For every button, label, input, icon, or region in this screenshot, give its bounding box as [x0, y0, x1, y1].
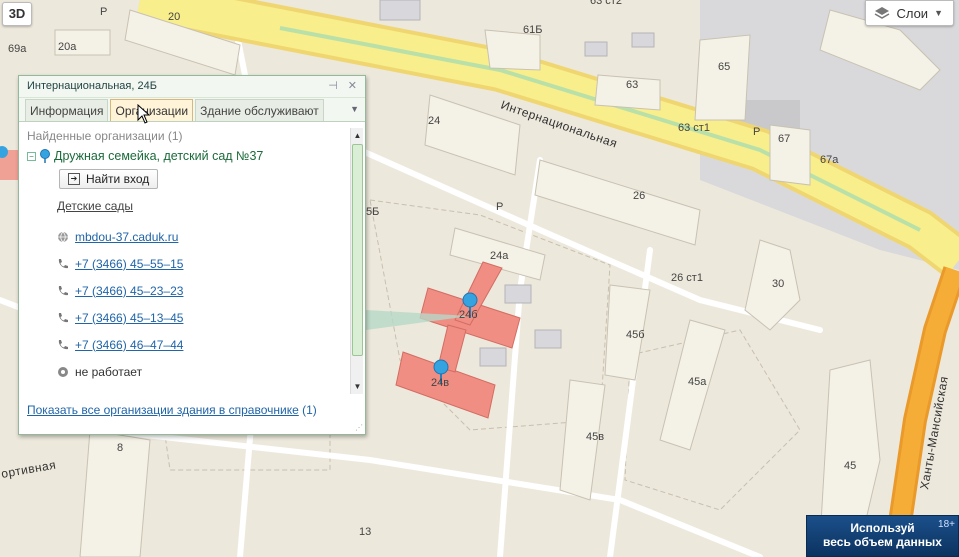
- website-row: mbdou-37.caduk.ru: [57, 223, 341, 250]
- age-badge: 18+: [938, 519, 955, 530]
- resize-handle-icon[interactable]: ⋰: [355, 423, 363, 432]
- phone-icon: [57, 312, 69, 324]
- globe-icon: [57, 231, 69, 243]
- work-status: не работает: [75, 364, 143, 379]
- svg-text:67: 67: [778, 133, 790, 145]
- phone-row: +7 (3466) 46–47–44: [57, 331, 341, 358]
- svg-text:Р: Р: [496, 201, 503, 213]
- phone-row: +7 (3466) 45–55–15: [57, 250, 341, 277]
- svg-text:5Б: 5Б: [366, 206, 379, 218]
- collapse-icon[interactable]: −: [27, 151, 36, 161]
- list-scrollbar[interactable]: ▲ ▼: [350, 128, 363, 394]
- tabs-overflow-icon[interactable]: ▼: [350, 104, 359, 114]
- website-link[interactable]: mbdou-37.caduk.ru: [75, 230, 178, 244]
- svg-text:20: 20: [168, 11, 180, 23]
- svg-text:26 ст1: 26 ст1: [671, 272, 703, 284]
- svg-text:Р: Р: [753, 126, 760, 138]
- svg-text:45а: 45а: [688, 376, 707, 388]
- svg-text:24в: 24в: [431, 377, 449, 389]
- svg-text:Р: Р: [100, 6, 107, 18]
- show-all-orgs-count: (1): [302, 403, 317, 417]
- tab-organizations[interactable]: Организации: [110, 99, 194, 121]
- svg-text:8: 8: [117, 442, 123, 454]
- banner-line2: весь объем данных: [823, 535, 942, 549]
- svg-text:63 ст1: 63 ст1: [678, 122, 710, 134]
- svg-text:24а: 24а: [490, 250, 509, 262]
- phone-icon: [57, 258, 69, 270]
- scroll-up-icon[interactable]: ▲: [352, 130, 363, 141]
- layers-icon: [874, 5, 890, 21]
- popup-header: Интернациональная, 24Б ⊣ ✕: [19, 76, 365, 98]
- organizations-list: Найденные организации (1) − Дружная семе…: [19, 124, 349, 394]
- svg-text:61Б: 61Б: [523, 24, 542, 36]
- phone-link[interactable]: +7 (3466) 45–13–45: [75, 311, 183, 325]
- chevron-down-icon: ▼: [934, 8, 943, 18]
- phone-link[interactable]: +7 (3466) 45–55–15: [75, 257, 183, 271]
- org-item[interactable]: − Дружная семейка, детский сад №37: [27, 149, 341, 163]
- tab-info[interactable]: Информация: [25, 99, 109, 121]
- phone-row: +7 (3466) 45–13–45: [57, 304, 341, 331]
- scroll-down-icon[interactable]: ▼: [352, 381, 363, 392]
- 3d-toggle-button[interactable]: 3D: [2, 2, 32, 26]
- layers-label: Слои: [896, 5, 929, 21]
- svg-text:67а: 67а: [820, 154, 839, 166]
- popup-title: Интернациональная, 24Б: [27, 80, 157, 92]
- find-entrance-label: Найти вход: [86, 172, 150, 186]
- found-count-label: Найденные организации (1): [27, 129, 183, 143]
- svg-text:65: 65: [718, 61, 730, 73]
- phone-icon: [57, 339, 69, 351]
- svg-text:30: 30: [772, 278, 784, 290]
- popup-tabs: Информация Организации Здание обслуживаю…: [19, 98, 365, 122]
- svg-text:45: 45: [844, 460, 856, 472]
- svg-text:24: 24: [428, 115, 440, 127]
- entrance-icon: ➔: [68, 173, 80, 185]
- phone-link[interactable]: +7 (3466) 45–23–23: [75, 284, 183, 298]
- show-all-orgs-link[interactable]: Показать все организации здания в справо…: [27, 403, 299, 417]
- svg-text:26: 26: [633, 190, 645, 202]
- phone-link[interactable]: +7 (3466) 46–47–44: [75, 338, 183, 352]
- show-all-orgs-row: Показать все организации здания в справо…: [27, 403, 317, 417]
- org-name[interactable]: Дружная семейка, детский сад №37: [54, 149, 263, 163]
- svg-text:20а: 20а: [58, 41, 77, 53]
- banner-line1: Используй: [850, 521, 915, 535]
- category-link[interactable]: Детские сады: [57, 199, 341, 213]
- mouse-cursor-icon: [137, 104, 151, 124]
- svg-text:69а: 69а: [8, 43, 27, 55]
- phone-row: +7 (3466) 45–23–23: [57, 277, 341, 304]
- pin-popup-icon[interactable]: ⊣: [328, 79, 338, 92]
- close-icon[interactable]: ✕: [348, 79, 357, 92]
- svg-text:63: 63: [626, 79, 638, 91]
- svg-text:45в: 45в: [586, 431, 604, 443]
- find-entrance-button[interactable]: ➔ Найти вход: [59, 169, 159, 189]
- layers-button[interactable]: Слои ▼: [865, 0, 954, 26]
- map-pin-icon: [40, 149, 50, 163]
- svg-text:13: 13: [359, 526, 371, 538]
- phone-icon: [57, 285, 69, 297]
- status-row: не работает: [57, 358, 341, 385]
- tab-building-service[interactable]: Здание обслуживают: [195, 99, 324, 121]
- scroll-thumb[interactable]: [352, 144, 363, 356]
- svg-text:63 ст2: 63 ст2: [590, 0, 622, 7]
- svg-text:45б: 45б: [626, 329, 645, 341]
- building-info-popup: Интернациональная, 24Б ⊣ ✕ Информация Ор…: [18, 75, 366, 435]
- svg-text:24б: 24б: [459, 309, 478, 321]
- promo-banner[interactable]: Используй весь объем данных 18+: [806, 515, 959, 557]
- gear-icon: [57, 366, 69, 378]
